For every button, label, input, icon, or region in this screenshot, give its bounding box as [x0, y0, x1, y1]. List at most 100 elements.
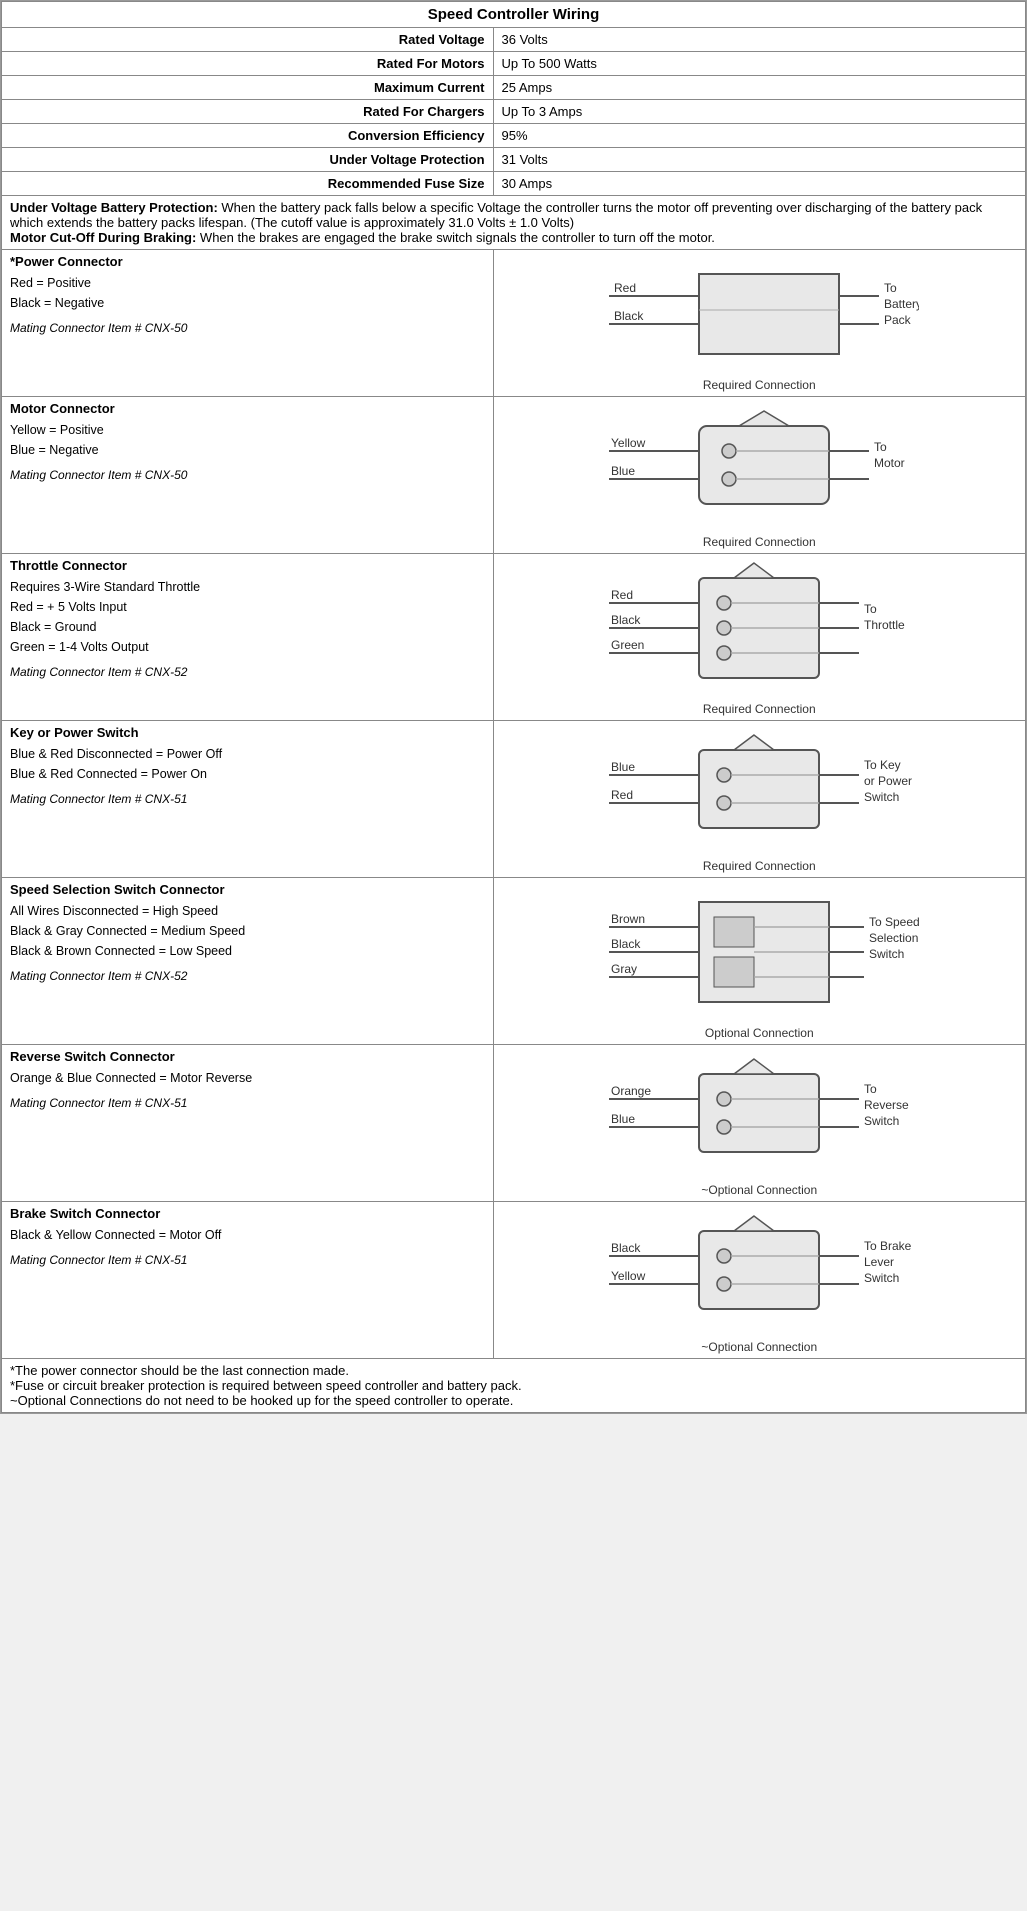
note-0: Under Voltage Battery Protection: When t… [10, 200, 1017, 230]
connection-label-4: Optional Connection [502, 1026, 1017, 1040]
connection-label-0: Required Connection [502, 378, 1017, 392]
connection-label-3: Required Connection [502, 859, 1017, 873]
svg-text:Red: Red [611, 588, 633, 602]
diagram-container-0: Red Black To Battery Pack [502, 254, 1017, 374]
connector-item-number-5: Mating Connector Item # CNX-51 [10, 1096, 485, 1110]
svg-text:To: To [864, 1082, 877, 1096]
connector-row-2: Throttle Connector Requires 3-Wire Stand… [2, 554, 1026, 721]
connector-desc-2: Requires 3-Wire Standard ThrottleRed = +… [10, 577, 485, 657]
svg-text:Motor: Motor [874, 456, 905, 470]
connection-label-2: Required Connection [502, 702, 1017, 716]
svg-text:Brown: Brown [611, 912, 645, 926]
svg-text:Orange: Orange [611, 1084, 651, 1098]
footer-item-1: *Fuse or circuit breaker protection is r… [10, 1378, 1017, 1393]
spec-row: Conversion Efficiency 95% [2, 124, 1026, 148]
spec-value: 30 Amps [493, 172, 1025, 196]
diagram-container-1: Yellow Blue To Motor [502, 401, 1017, 531]
svg-text:Black: Black [614, 309, 644, 323]
connector-title-1: Motor Connector [10, 401, 485, 416]
svg-text:To Key: To Key [864, 758, 901, 772]
connector-right-6: Black Yellow To Brake Lever Switch ~Opti… [493, 1202, 1025, 1359]
title-row: Speed Controller Wiring [2, 2, 1026, 28]
connection-label-5: ~Optional Connection [502, 1183, 1017, 1197]
svg-text:Black: Black [611, 937, 641, 951]
spec-label: Recommended Fuse Size [2, 172, 494, 196]
connector-item-number-3: Mating Connector Item # CNX-51 [10, 792, 485, 806]
spec-label: Rated For Motors [2, 52, 494, 76]
connector-left-0: *Power Connector Red = PositiveBlack = N… [2, 250, 494, 397]
connector-item-number-1: Mating Connector Item # CNX-50 [10, 468, 485, 482]
connector-right-1: Yellow Blue To Motor Required Connection [493, 397, 1025, 554]
connector-title-4: Speed Selection Switch Connector [10, 882, 485, 897]
connector-left-5: Reverse Switch Connector Orange & Blue C… [2, 1045, 494, 1202]
spec-row: Rated For Motors Up To 500 Watts [2, 52, 1026, 76]
svg-text:Pack: Pack [884, 313, 912, 327]
diagram-container-2: Red Black Green To Throttle [502, 558, 1017, 698]
svg-text:Yellow: Yellow [611, 1269, 646, 1283]
svg-text:To Brake: To Brake [864, 1239, 912, 1253]
svg-text:Gray: Gray [611, 962, 637, 976]
spec-value: 36 Volts [493, 28, 1025, 52]
spec-label: Maximum Current [2, 76, 494, 100]
connector-item-number-0: Mating Connector Item # CNX-50 [10, 321, 485, 335]
svg-text:Switch: Switch [864, 790, 899, 804]
svg-text:Black: Black [611, 613, 641, 627]
connector-desc-6: Black & Yellow Connected = Motor Off [10, 1225, 485, 1245]
connector-left-2: Throttle Connector Requires 3-Wire Stand… [2, 554, 494, 721]
connector-right-0: Red Black To Battery Pack Required Conne… [493, 250, 1025, 397]
connector-desc-5: Orange & Blue Connected = Motor Reverse [10, 1068, 485, 1088]
svg-text:To: To [864, 602, 877, 616]
svg-text:Red: Red [614, 281, 636, 295]
page: Speed Controller Wiring Rated Voltage 36… [0, 0, 1027, 1414]
svg-text:Switch: Switch [869, 947, 904, 961]
spec-row: Maximum Current 25 Amps [2, 76, 1026, 100]
connector-right-2: Red Black Green To Throttle Required Con… [493, 554, 1025, 721]
svg-text:To Speed: To Speed [869, 915, 919, 929]
spec-label: Rated For Chargers [2, 100, 494, 124]
svg-text:Blue: Blue [611, 1112, 635, 1126]
connector-row-1: Motor Connector Yellow = PositiveBlue = … [2, 397, 1026, 554]
spec-label: Under Voltage Protection [2, 148, 494, 172]
spec-value: 25 Amps [493, 76, 1025, 100]
page-title: Speed Controller Wiring [428, 6, 600, 23]
svg-text:To: To [884, 281, 897, 295]
connector-row-3: Key or Power Switch Blue & Red Disconnec… [2, 721, 1026, 878]
connector-row-0: *Power Connector Red = PositiveBlack = N… [2, 250, 1026, 397]
connector-title-6: Brake Switch Connector [10, 1206, 485, 1221]
svg-text:Blue: Blue [611, 464, 635, 478]
spec-value: 31 Volts [493, 148, 1025, 172]
connector-desc-0: Red = PositiveBlack = Negative [10, 273, 485, 313]
footer-cell: *The power connector should be the last … [2, 1359, 1026, 1413]
main-table: Speed Controller Wiring Rated Voltage 36… [1, 1, 1026, 1413]
svg-text:Throttle: Throttle [864, 618, 905, 632]
diagram-container-5: Orange Blue To Reverse Switch [502, 1049, 1017, 1179]
spec-value: Up To 3 Amps [493, 100, 1025, 124]
spec-row: Under Voltage Protection 31 Volts [2, 148, 1026, 172]
svg-text:Red: Red [611, 788, 633, 802]
connector-item-number-2: Mating Connector Item # CNX-52 [10, 665, 485, 679]
footer-item-2: ~Optional Connections do not need to be … [10, 1393, 1017, 1408]
svg-text:Green: Green [611, 638, 644, 652]
connector-left-4: Speed Selection Switch Connector All Wir… [2, 878, 494, 1045]
connector-desc-4: All Wires Disconnected = High SpeedBlack… [10, 901, 485, 961]
spec-row: Rated For Chargers Up To 3 Amps [2, 100, 1026, 124]
svg-text:Black: Black [611, 1241, 641, 1255]
connector-title-5: Reverse Switch Connector [10, 1049, 485, 1064]
footer-row: *The power connector should be the last … [2, 1359, 1026, 1413]
spec-row: Rated Voltage 36 Volts [2, 28, 1026, 52]
title-cell: Speed Controller Wiring [2, 2, 1026, 28]
svg-text:Switch: Switch [864, 1271, 899, 1285]
connector-left-1: Motor Connector Yellow = PositiveBlue = … [2, 397, 494, 554]
spec-label: Conversion Efficiency [2, 124, 494, 148]
notes-row: Under Voltage Battery Protection: When t… [2, 196, 1026, 250]
connector-title-2: Throttle Connector [10, 558, 485, 573]
notes-cell: Under Voltage Battery Protection: When t… [2, 196, 1026, 250]
connector-title-0: *Power Connector [10, 254, 485, 269]
footer-item-0: *The power connector should be the last … [10, 1363, 1017, 1378]
connector-item-number-4: Mating Connector Item # CNX-52 [10, 969, 485, 983]
connector-item-number-6: Mating Connector Item # CNX-51 [10, 1253, 485, 1267]
svg-text:or Power: or Power [864, 774, 912, 788]
connection-label-6: ~Optional Connection [502, 1340, 1017, 1354]
svg-text:Yellow: Yellow [611, 436, 646, 450]
svg-text:To: To [874, 440, 887, 454]
